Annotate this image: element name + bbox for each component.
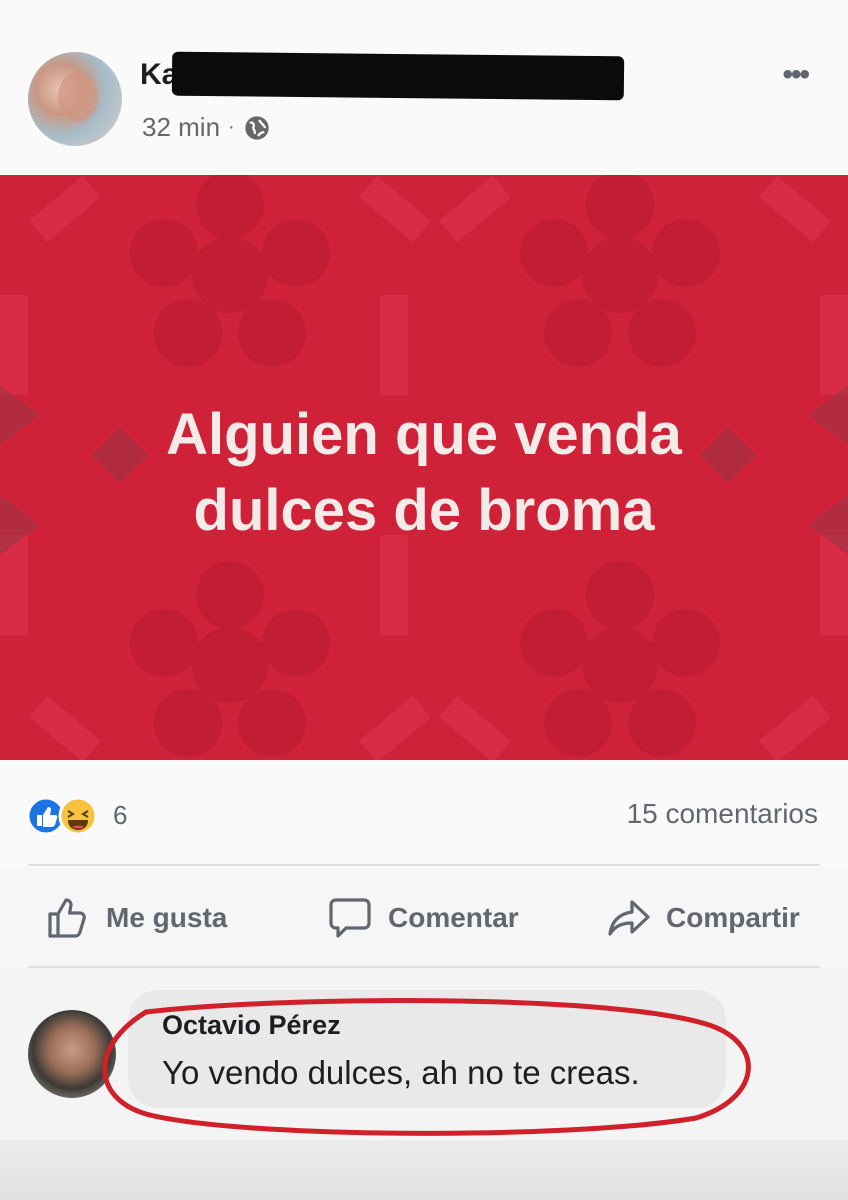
post-text-line-2: dulces de broma [193, 478, 655, 543]
post-meta: 32 min · [142, 112, 271, 143]
post-text: Alguien que venda dulces de broma [0, 397, 848, 549]
comment-label: Comentar [388, 902, 519, 933]
timestamp[interactable]: 32 min [142, 112, 220, 143]
meta-separator: · [228, 116, 235, 138]
divider-top [28, 864, 820, 866]
post-text-line-1: Alguien que venda [166, 402, 682, 467]
more-options-icon[interactable]: ••• [782, 58, 809, 92]
bottom-band [0, 1140, 848, 1200]
comment-button[interactable]: Comentar [326, 888, 519, 948]
share-label: Compartir [666, 902, 800, 933]
comments-count[interactable]: 15 comentarios [627, 798, 818, 830]
like-label: Me gusta [106, 902, 228, 933]
post-background-card: Alguien que venda dulces de broma [0, 175, 848, 760]
share-button[interactable]: Compartir [604, 888, 800, 948]
globe-icon [245, 115, 269, 140]
reaction-icons[interactable] [26, 796, 106, 836]
haha-reaction-icon [58, 796, 98, 836]
highlight-ellipse [102, 998, 751, 1136]
divider-bottom [28, 966, 820, 968]
redaction-bar [171, 51, 625, 101]
reaction-count[interactable]: 6 [113, 800, 127, 831]
thumbs-up-icon [48, 898, 86, 938]
like-button[interactable]: Me gusta [44, 888, 227, 948]
author-avatar[interactable] [28, 52, 122, 146]
comment-bubble-icon [329, 898, 371, 938]
share-arrow-icon [608, 900, 650, 936]
